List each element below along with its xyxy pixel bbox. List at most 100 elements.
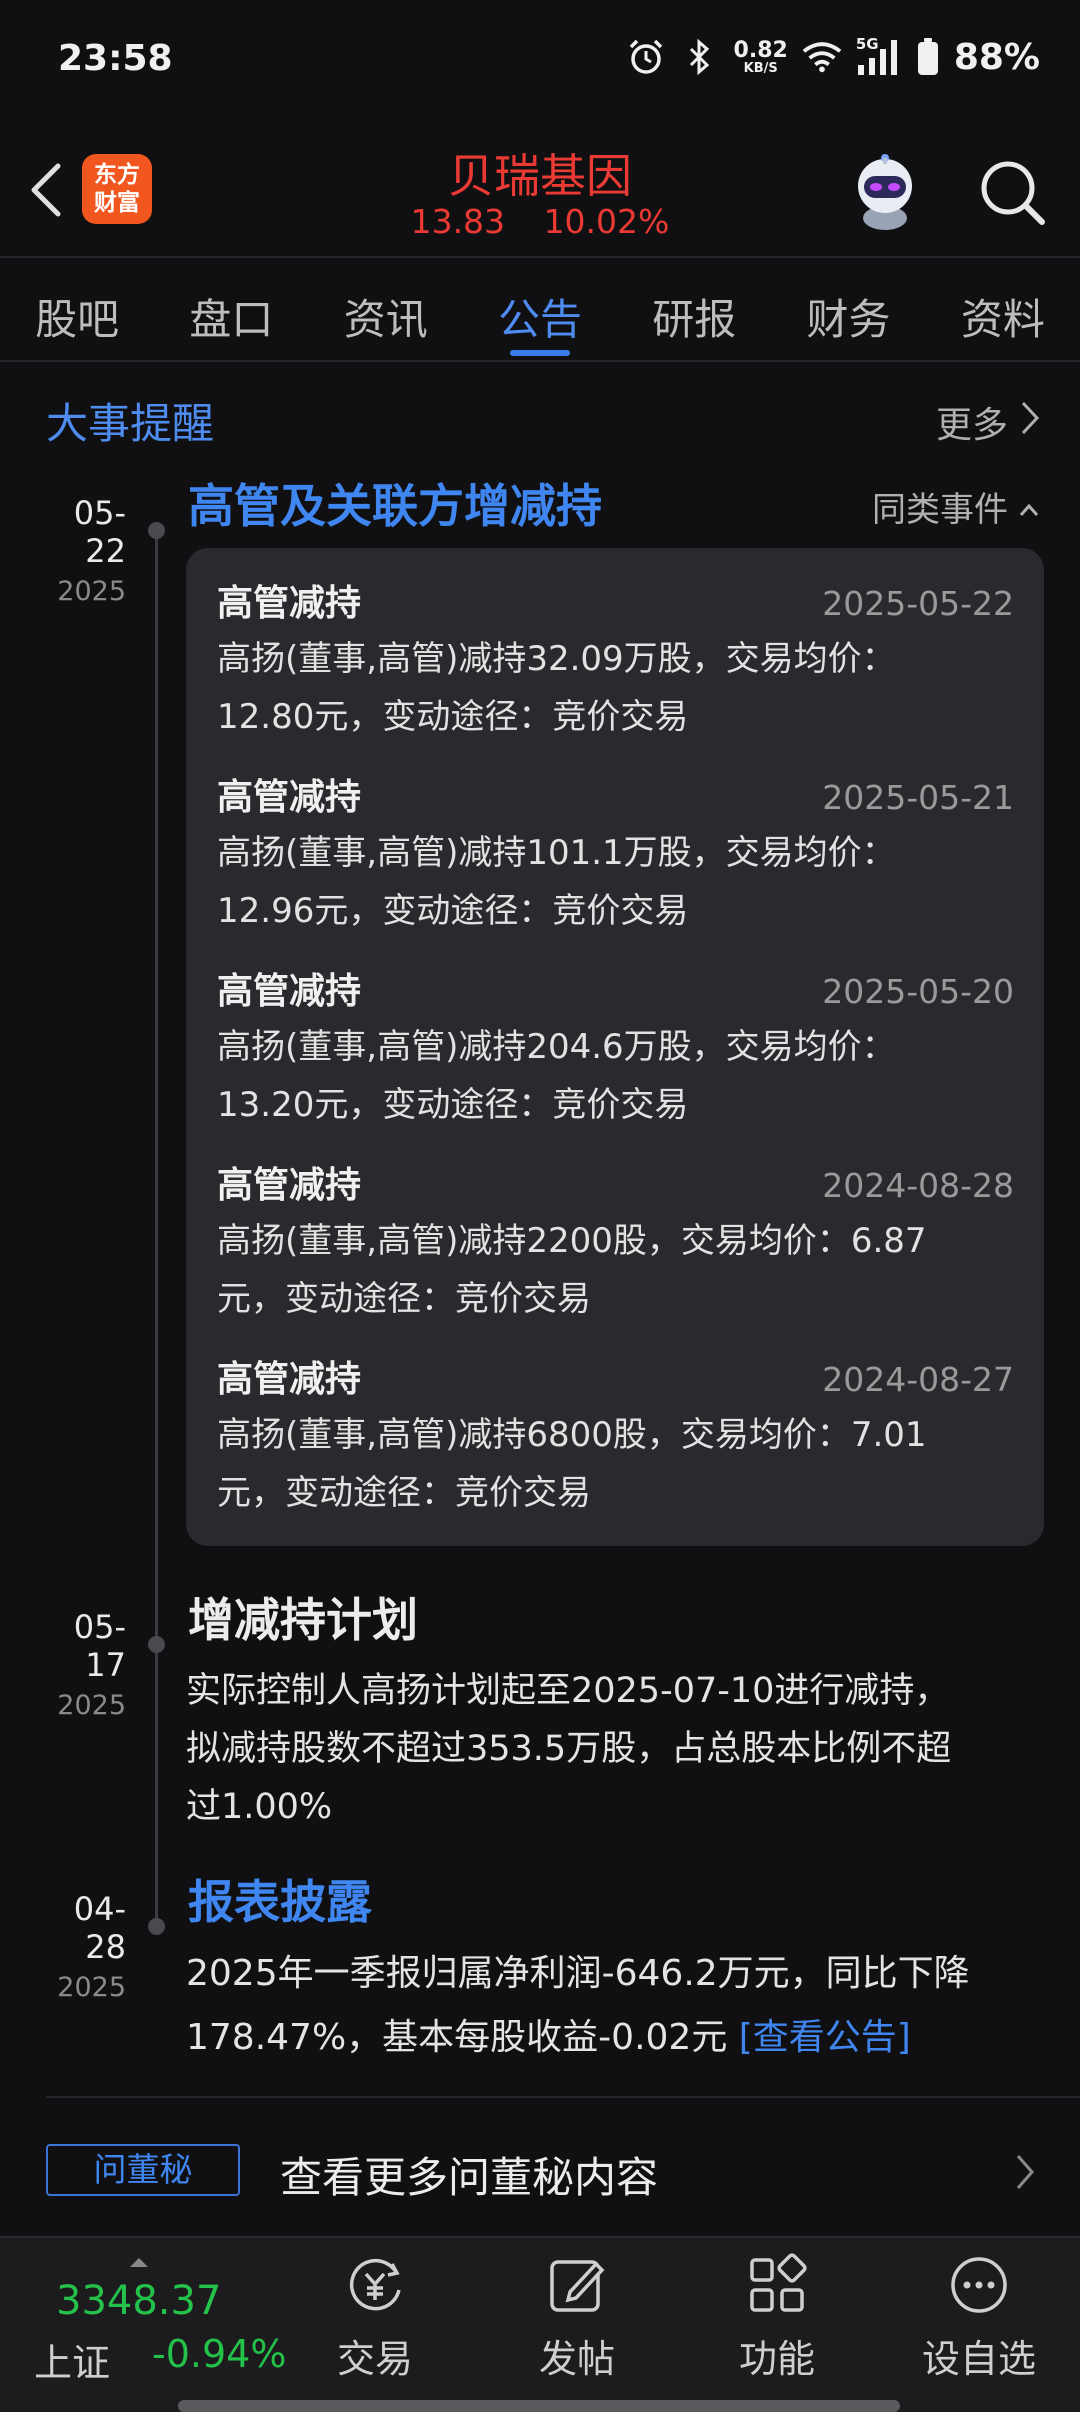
net-speed-value: 0.82 <box>733 37 788 63</box>
bottom-bar: 3348.37 上证 -0.94% 交易 发帖 功能 设自选 <box>0 2236 1080 2412</box>
more-label: 更多 <box>935 405 1008 446</box>
item-title: 高管减持 <box>217 971 362 1012</box>
events-card: 高管减持 2025-05-22 高扬(董事,高管)减持32.09万股，交易均价：… <box>186 548 1044 1546</box>
caret-up-icon <box>130 2258 148 2267</box>
item-line: 高扬(董事,高管)减持32.09万股，交易均价： <box>217 639 896 679</box>
functions-button[interactable]: 功能 <box>702 2252 852 2402</box>
event-title[interactable]: 报表披露 <box>188 1866 372 1932</box>
chevron-right-icon <box>1010 2148 1040 2196</box>
net-speed-unit: KB/S <box>743 60 778 76</box>
view-announcement-link[interactable]: [查看公告] <box>739 2017 911 2058</box>
chevron-right-icon <box>1020 400 1040 445</box>
status-time: 23:58 <box>58 38 173 79</box>
event-date-year: 2025 <box>57 1972 126 2003</box>
trade-button[interactable]: 交易 <box>300 2252 450 2402</box>
event-date-md: 05-22 <box>73 494 126 570</box>
list-item[interactable]: 高管减持 2024-08-27 高扬(董事,高管)减持6800股，交易均价：7.… <box>217 1334 1014 1528</box>
event-line: 拟减持股数不超过353.5万股，占总股本比例不超 <box>186 1729 952 1769</box>
tab-bar: 股吧 盘口 资讯 公告 研报 财务 资料 <box>0 258 1080 362</box>
add-watchlist-label: 设自选 <box>921 2337 1036 2381</box>
network-type: 5G <box>855 35 879 53</box>
timeline-dot <box>148 1636 165 1653</box>
item-body: 高扬(董事,高管)减持6800股，交易均价：7.01 元，变动途径：竞价交易 <box>217 1406 1014 1522</box>
timeline-dot <box>148 522 165 539</box>
search-icon[interactable] <box>976 156 1048 228</box>
status-icons: 0.82 KB/S 5G 88% <box>626 34 1040 80</box>
more-link[interactable]: 更多 <box>936 396 1040 448</box>
item-line: 高扬(董事,高管)减持204.6万股，交易均价： <box>217 1027 896 1067</box>
tab-finance[interactable]: 财务 <box>771 258 925 362</box>
ask-secretary-badge: 问董秘 <box>46 2144 240 2196</box>
list-item[interactable]: 高管减持 2025-05-21 高扬(董事,高管)减持101.1万股，交易均价：… <box>217 752 1014 946</box>
tab-pankou[interactable]: 盘口 <box>154 258 308 362</box>
home-indicator[interactable] <box>178 2400 900 2412</box>
event-date: 05-17 2025 <box>36 1608 126 1721</box>
item-title: 高管减持 <box>217 583 362 624</box>
item-title: 高管减持 <box>217 1359 362 1400</box>
index-value: 3348.37 <box>56 2278 222 2324</box>
market-index-widget[interactable]: 3348.37 上证 -0.94% <box>30 2258 300 2388</box>
list-item[interactable]: 高管减持 2025-05-20 高扬(董事,高管)减持204.6万股，交易均价：… <box>217 946 1014 1140</box>
stock-header: 东方 财富 贝瑞基因 13.83 10.02% <box>0 130 1080 256</box>
trade-icon <box>342 2252 408 2318</box>
battery-icon <box>916 37 940 77</box>
event-date: 05-22 2025 <box>36 494 126 607</box>
chevron-up-icon <box>1018 487 1040 527</box>
item-line: 高扬(董事,高管)减持101.1万股，交易均价： <box>217 833 896 873</box>
functions-label: 功能 <box>738 2337 815 2381</box>
list-item[interactable]: 高管减持 2024-08-28 高扬(董事,高管)减持2200股，交易均价：6.… <box>217 1140 1014 1334</box>
cellular-signal-icon: 5G <box>855 35 902 77</box>
compose-icon <box>544 2252 610 2318</box>
event-body[interactable]: 实际控制人高扬计划起至2025-07-10进行减持， 拟减持股数不超过353.5… <box>186 1662 1046 1836</box>
add-watchlist-button[interactable]: 设自选 <box>904 2252 1054 2402</box>
item-body: 高扬(董事,高管)减持2200股，交易均价：6.87 元，变动途径：竞价交易 <box>217 1212 1014 1328</box>
event-date: 04-28 2025 <box>36 1890 126 2003</box>
tab-guba[interactable]: 股吧 <box>0 258 154 362</box>
alarm-icon <box>626 37 666 77</box>
tab-news[interactable]: 资讯 <box>309 258 463 362</box>
item-date: 2024-08-28 <box>822 1166 1014 1205</box>
bluetooth-icon <box>680 37 720 77</box>
wifi-icon <box>802 37 842 77</box>
item-title: 高管减持 <box>217 1165 362 1206</box>
similar-events-label: 同类事件 <box>872 490 1008 530</box>
item-date: 2025-05-20 <box>822 972 1014 1011</box>
section-title: 大事提醒 <box>46 399 215 448</box>
similar-events-toggle[interactable]: 同类事件 <box>872 482 1040 531</box>
item-line: 12.96元，变动途径：竞价交易 <box>217 891 689 931</box>
compose-button[interactable]: 发帖 <box>502 2252 652 2402</box>
tab-research[interactable]: 研报 <box>617 258 771 362</box>
tab-announcements[interactable]: 公告 <box>463 258 617 362</box>
stock-change-pct: 10.02% <box>543 202 670 241</box>
index-name: 上证 <box>34 2341 111 2385</box>
item-body: 高扬(董事,高管)减持101.1万股，交易均价： 12.96元，变动途径：竞价交… <box>217 824 1014 940</box>
event-date-md: 04-28 <box>73 1890 126 1966</box>
robot-assistant-icon[interactable] <box>842 148 928 234</box>
item-line: 高扬(董事,高管)减持6800股，交易均价：7.01 <box>217 1415 927 1455</box>
event-line: 2025年一季报归属净利润-646.2万元，同比下降 <box>186 1953 970 1994</box>
timeline-dot <box>148 1918 165 1935</box>
list-item[interactable]: 高管减持 2025-05-22 高扬(董事,高管)减持32.09万股，交易均价：… <box>217 558 1014 752</box>
ask-secretary-text: 查看更多问董秘内容 <box>280 2153 659 2202</box>
item-date: 2025-05-21 <box>822 778 1014 817</box>
item-line: 12.80元，变动途径：竞价交易 <box>217 697 689 737</box>
event-date-year: 2025 <box>57 1690 126 1721</box>
item-date: 2025-05-22 <box>822 584 1014 623</box>
ask-secretary-row[interactable]: 问董秘 查看更多问董秘内容 <box>0 2098 1080 2246</box>
event-line: 实际控制人高扬计划起至2025-07-10进行减持， <box>186 1671 950 1711</box>
compose-label: 发帖 <box>538 2337 615 2381</box>
item-line: 元，变动途径：竞价交易 <box>217 1279 591 1319</box>
event-title[interactable]: 高管及关联方增减持 <box>188 470 602 536</box>
status-bar: 23:58 0.82 KB/S 5G 88% <box>0 0 1080 120</box>
stock-price: 13.83 <box>410 202 506 241</box>
item-line: 高扬(董事,高管)减持2200股，交易均价：6.87 <box>217 1221 927 1261</box>
tabs-divider <box>0 360 1080 362</box>
index-change: -0.94% <box>152 2332 287 2376</box>
trade-label: 交易 <box>336 2337 413 2381</box>
item-line: 13.20元，变动途径：竞价交易 <box>217 1085 689 1125</box>
tab-profile[interactable]: 资料 <box>926 258 1080 362</box>
item-date: 2024-08-27 <box>822 1360 1014 1399</box>
event-line: 178.47%，基本每股收益-0.02元 <box>186 2017 739 2058</box>
battery-percent: 88% <box>953 36 1040 78</box>
more-icon <box>946 2252 1012 2318</box>
